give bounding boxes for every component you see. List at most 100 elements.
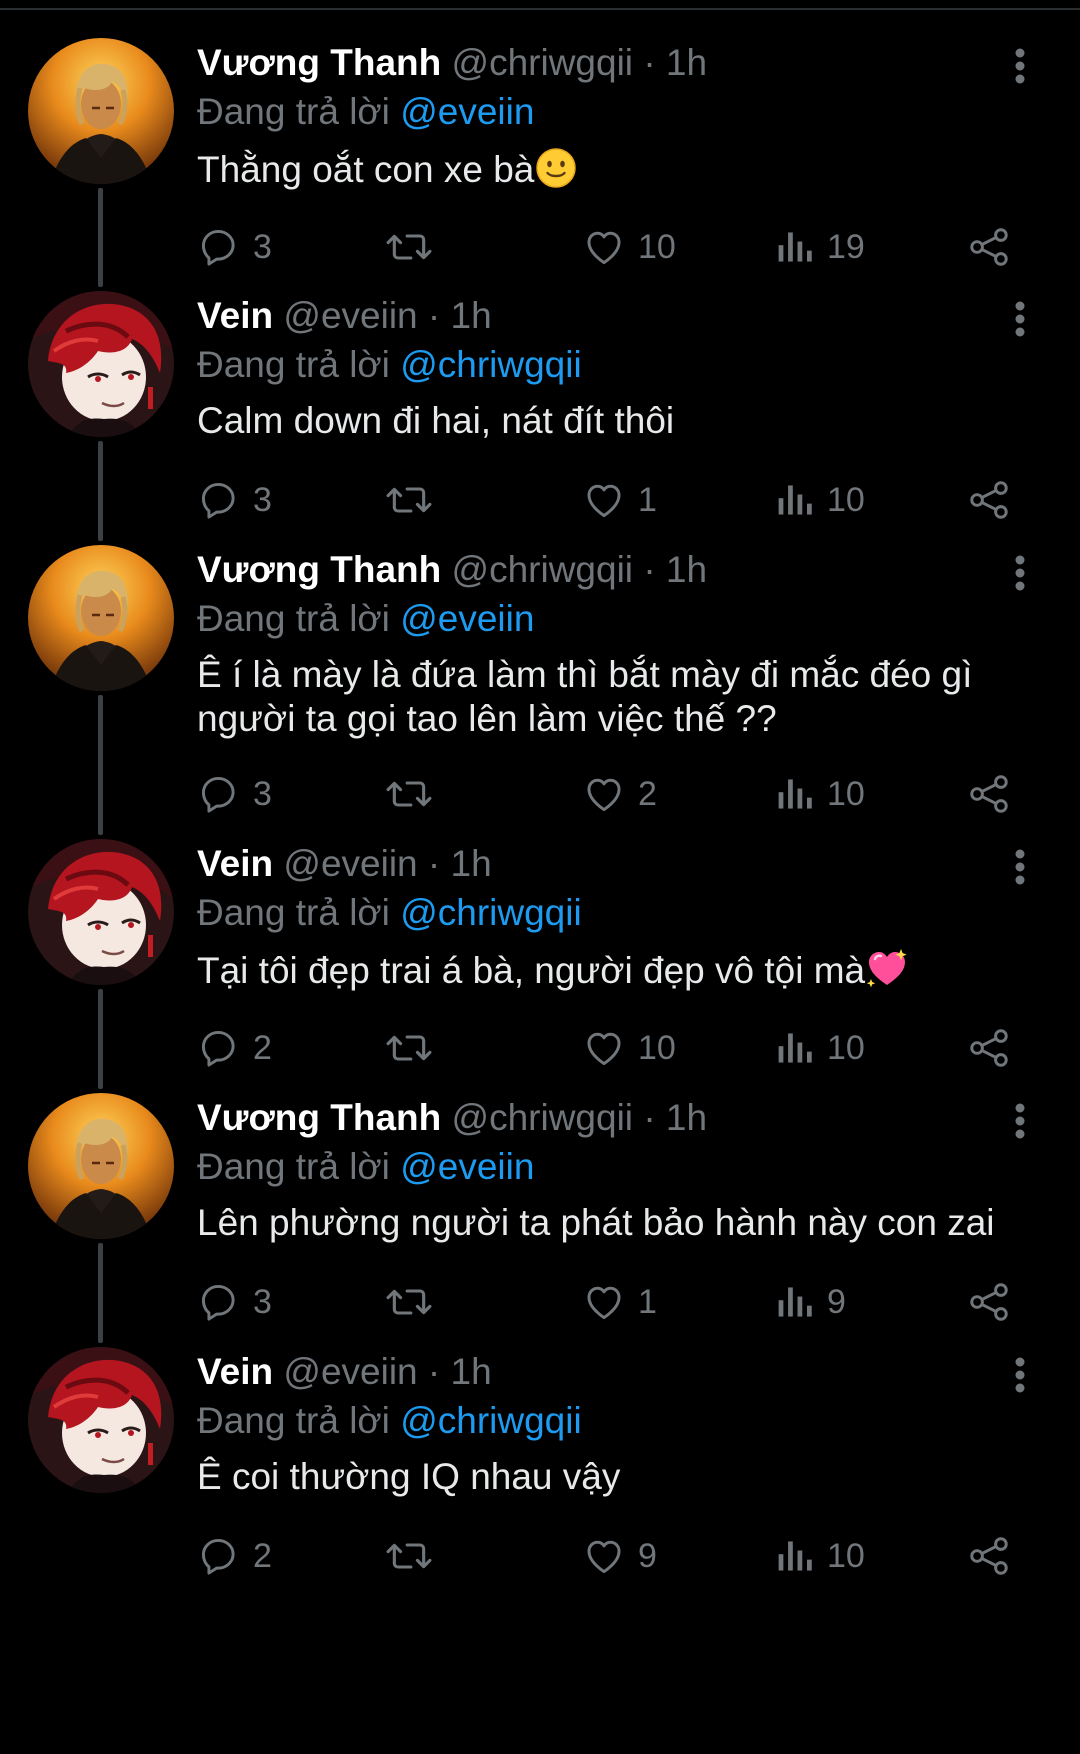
- repost-button[interactable]: [385, 222, 433, 272]
- reply-mention-link[interactable]: @eveiin: [400, 598, 534, 639]
- repost-button[interactable]: [385, 475, 433, 525]
- tweet-text: Tại tôi đẹp trai á bà, người đẹp vô tội …: [197, 947, 1027, 993]
- share-button[interactable]: [967, 769, 1011, 819]
- like-button[interactable]: 1: [582, 1277, 657, 1327]
- username-handle[interactable]: @eveiin: [283, 1351, 417, 1392]
- reply-button[interactable]: 3: [197, 769, 272, 819]
- avatar[interactable]: [28, 1093, 174, 1239]
- tweet-actions: 2 10 10: [197, 1023, 1037, 1073]
- username-handle[interactable]: @chriwgqii: [452, 1097, 634, 1138]
- timestamp[interactable]: 1h: [666, 42, 707, 83]
- like-button[interactable]: 10: [582, 1023, 676, 1073]
- display-name[interactable]: Vein: [197, 295, 273, 336]
- timestamp[interactable]: 1h: [666, 549, 707, 590]
- like-button[interactable]: 1: [582, 475, 657, 525]
- tweet-text: Thằng oắt con xe bà: [197, 146, 1027, 192]
- reply-icon: [201, 1284, 235, 1321]
- avatar[interactable]: [28, 38, 174, 184]
- username-handle[interactable]: @chriwgqii: [452, 549, 634, 590]
- tweet[interactable]: Vein @eveiin · 1h Đang trả lời @chriwgqi…: [0, 291, 1080, 575]
- display-name[interactable]: Vương Thanh: [197, 1097, 441, 1138]
- tweet-content: Vương Thanh @chriwgqii · 1h Đang trả lời…: [197, 38, 1037, 192]
- repost-button[interactable]: [385, 1531, 433, 1581]
- views-button[interactable]: 10: [775, 1531, 865, 1581]
- separator-dot: ·: [643, 1097, 656, 1138]
- more-options-button[interactable]: [1005, 1101, 1035, 1141]
- heart-icon: [587, 1032, 621, 1066]
- tweet[interactable]: Vein @eveiin · 1h Đang trả lời @chriwgqi…: [0, 839, 1080, 1123]
- replying-to-label: Đang trả lời: [197, 892, 390, 933]
- more-options-button[interactable]: [1005, 46, 1035, 86]
- view-count: 9: [827, 1283, 846, 1321]
- views-button[interactable]: 9: [775, 1277, 846, 1327]
- views-button[interactable]: 19: [775, 222, 865, 272]
- share-button[interactable]: [967, 1277, 1011, 1327]
- views-button[interactable]: 10: [775, 1023, 865, 1073]
- repost-icon: [386, 1035, 432, 1061]
- username-handle[interactable]: @chriwgqii: [452, 42, 634, 83]
- tweet[interactable]: Vương Thanh @chriwgqii · 1h Đang trả lời…: [0, 1093, 1080, 1377]
- views-button[interactable]: 10: [775, 769, 865, 819]
- share-button[interactable]: [967, 1531, 1011, 1581]
- repost-icon: [386, 781, 432, 807]
- reply-mention-link[interactable]: @chriwgqii: [400, 344, 582, 385]
- separator-dot: ·: [427, 295, 441, 336]
- reply-button[interactable]: 3: [197, 1277, 272, 1327]
- reply-button[interactable]: 3: [197, 222, 272, 272]
- repost-button[interactable]: [385, 1023, 433, 1073]
- more-options-button[interactable]: [1005, 847, 1035, 887]
- avatar-image-vein: [28, 1347, 174, 1493]
- tweet[interactable]: Vương Thanh @chriwgqii · 1h Đang trả lời…: [0, 38, 1080, 322]
- reply-count: 3: [253, 775, 272, 813]
- avatar[interactable]: [28, 291, 174, 437]
- tweet[interactable]: Vương Thanh @chriwgqii · 1h Đang trả lời…: [0, 545, 1080, 829]
- tweet-header: Vương Thanh @chriwgqii · 1h: [197, 38, 1037, 88]
- reply-mention-link[interactable]: @chriwgqii: [400, 1400, 582, 1441]
- tweet[interactable]: Vein @eveiin · 1h Đang trả lời @chriwgqi…: [0, 1347, 1080, 1631]
- reply-button[interactable]: 2: [197, 1531, 272, 1581]
- reply-mention-link[interactable]: @chriwgqii: [400, 892, 582, 933]
- tweet-content: Vương Thanh @chriwgqii · 1h Đang trả lời…: [197, 1093, 1037, 1245]
- replying-to: Đang trả lời @eveiin: [197, 88, 1037, 136]
- repost-button[interactable]: [385, 1277, 433, 1327]
- reply-mention-link[interactable]: @eveiin: [400, 91, 534, 132]
- like-button[interactable]: 9: [582, 1531, 657, 1581]
- timestamp[interactable]: 1h: [451, 295, 492, 336]
- reply-icon: [201, 1538, 235, 1575]
- vertical-ellipsis-icon: [1015, 849, 1025, 885]
- username-handle[interactable]: @eveiin: [283, 843, 417, 884]
- display-name[interactable]: Vương Thanh: [197, 42, 441, 83]
- reply-button[interactable]: 2: [197, 1023, 272, 1073]
- tweet-text: Ê í là mày là đứa làm thì bắt mày đi mắc…: [197, 653, 1027, 741]
- share-button[interactable]: [967, 222, 1011, 272]
- share-button[interactable]: [967, 475, 1011, 525]
- timestamp[interactable]: 1h: [666, 1097, 707, 1138]
- timestamp[interactable]: 1h: [451, 843, 492, 884]
- avatar[interactable]: [28, 839, 174, 985]
- username-handle[interactable]: @eveiin: [283, 295, 417, 336]
- share-icon: [970, 228, 1008, 266]
- display-name[interactable]: Vương Thanh: [197, 549, 441, 590]
- views-chart-icon: [778, 485, 812, 515]
- more-options-button[interactable]: [1005, 299, 1035, 339]
- like-button[interactable]: 10: [582, 222, 676, 272]
- timestamp[interactable]: 1h: [451, 1351, 492, 1392]
- vertical-ellipsis-icon: [1015, 555, 1025, 591]
- tweet-header: Vương Thanh @chriwgqii · 1h: [197, 545, 1037, 595]
- more-options-button[interactable]: [1005, 1355, 1035, 1395]
- display-name[interactable]: Vein: [197, 843, 273, 884]
- share-button[interactable]: [967, 1023, 1011, 1073]
- views-button[interactable]: 10: [775, 475, 865, 525]
- separator-dot: ·: [643, 42, 656, 83]
- more-options-button[interactable]: [1005, 553, 1035, 593]
- slightly-smiling-face-emoji: [536, 148, 577, 188]
- reply-mention-link[interactable]: @eveiin: [400, 1146, 534, 1187]
- avatar[interactable]: [28, 1347, 174, 1493]
- view-count: 10: [827, 1029, 865, 1067]
- like-button[interactable]: 2: [582, 769, 657, 819]
- display-name[interactable]: Vein: [197, 1351, 273, 1392]
- reply-button[interactable]: 3: [197, 475, 272, 525]
- avatar[interactable]: [28, 545, 174, 691]
- share-icon: [970, 1029, 1008, 1067]
- repost-button[interactable]: [385, 769, 433, 819]
